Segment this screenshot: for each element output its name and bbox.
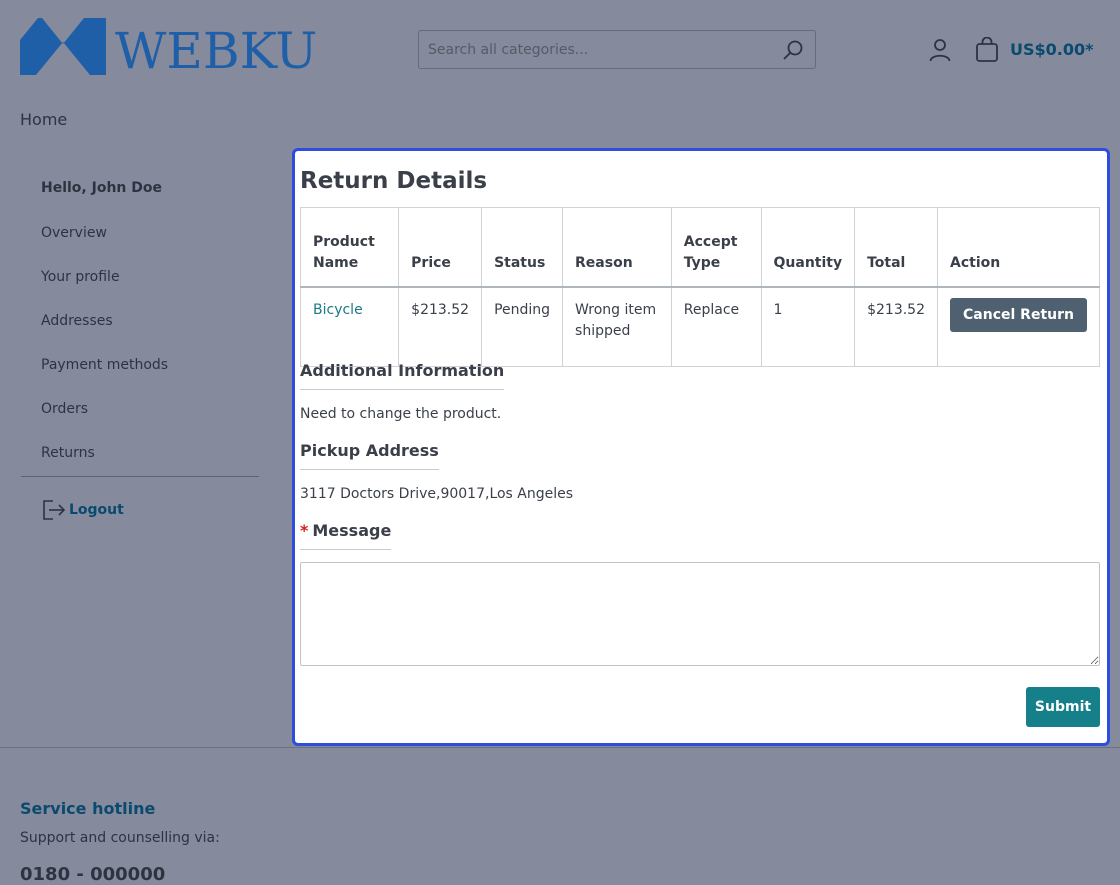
footer-support-text: Support and counselling via: [20, 830, 220, 846]
message-label: * Message [300, 521, 392, 550]
cart-total[interactable]: US$0.00* [1010, 40, 1094, 59]
column-header-status: Status [481, 207, 564, 288]
table-header-row: Product Name Price Status Reason Accept … [299, 207, 1100, 288]
cell-quantity: 1 [760, 286, 856, 367]
cart-icon[interactable] [975, 37, 1001, 63]
sidebar-item-addresses[interactable]: Addresses [41, 313, 113, 329]
page-title: Return Details [300, 168, 488, 194]
footer-divider [0, 747, 1120, 748]
table-row: Bicycle $213.52 Pending Wrong item shipp… [299, 286, 1100, 367]
sidebar-item-returns[interactable]: Returns [41, 445, 95, 461]
column-header-total: Total [854, 207, 939, 288]
cell-reason: Wrong item shipped [562, 286, 672, 367]
additional-information-title: Additional Information [300, 361, 505, 390]
additional-information-text: Need to change the product. [300, 406, 502, 422]
logout-icon [43, 500, 66, 520]
sidebar-item-overview[interactable]: Overview [41, 225, 107, 241]
return-details-panel: Return Details Product Name Price Status… [292, 148, 1110, 746]
product-name-link[interactable]: Bicycle [299, 286, 400, 367]
column-header-action: Action [937, 207, 1100, 288]
column-header-price: Price [398, 207, 483, 288]
logout-label: Logout [69, 502, 124, 518]
pickup-address-title: Pickup Address [300, 441, 439, 470]
breadcrumb-home[interactable]: Home [20, 110, 67, 129]
cell-total: $213.52 [854, 286, 939, 367]
cell-status: Pending [481, 286, 564, 367]
logout-link[interactable]: Logout [41, 498, 124, 522]
cell-price: $213.52 [398, 286, 483, 367]
column-header-accept-type: Accept Type [670, 207, 762, 288]
message-textarea[interactable] [300, 562, 1100, 666]
sidebar-item-payment-methods[interactable]: Payment methods [41, 357, 168, 373]
cell-action: Cancel Return [937, 286, 1100, 367]
search-box[interactable] [418, 30, 816, 69]
message-label-text: Message [312, 521, 392, 540]
cell-accept-type: Replace [670, 286, 762, 367]
logo-text: WEBKUL [115, 22, 320, 75]
column-header-quantity: Quantity [760, 207, 856, 288]
pickup-address-text: 3117 Doctors Drive,90017,Los Angeles [300, 486, 574, 502]
account-icon[interactable] [928, 38, 952, 62]
sidebar-item-profile[interactable]: Your profile [41, 269, 120, 285]
return-table: Product Name Price Status Reason Accept … [299, 207, 1100, 367]
search-icon[interactable] [783, 40, 803, 60]
footer-service-hotline-title: Service hotline [20, 799, 156, 818]
required-star: * [300, 521, 309, 540]
webkul-logo[interactable]: WEBKUL [20, 18, 320, 75]
sidebar-greeting: Hello, John Doe [41, 180, 162, 196]
sidebar-divider [21, 476, 259, 477]
search-input[interactable] [419, 31, 787, 68]
footer-phone-number[interactable]: 0180 - 000000 [20, 864, 165, 885]
column-header-reason: Reason [562, 207, 672, 288]
column-header-product-name: Product Name [299, 207, 400, 288]
cancel-return-button[interactable]: Cancel Return [950, 298, 1087, 332]
sidebar-item-orders[interactable]: Orders [41, 401, 88, 417]
submit-button[interactable]: Submit [1026, 687, 1100, 727]
